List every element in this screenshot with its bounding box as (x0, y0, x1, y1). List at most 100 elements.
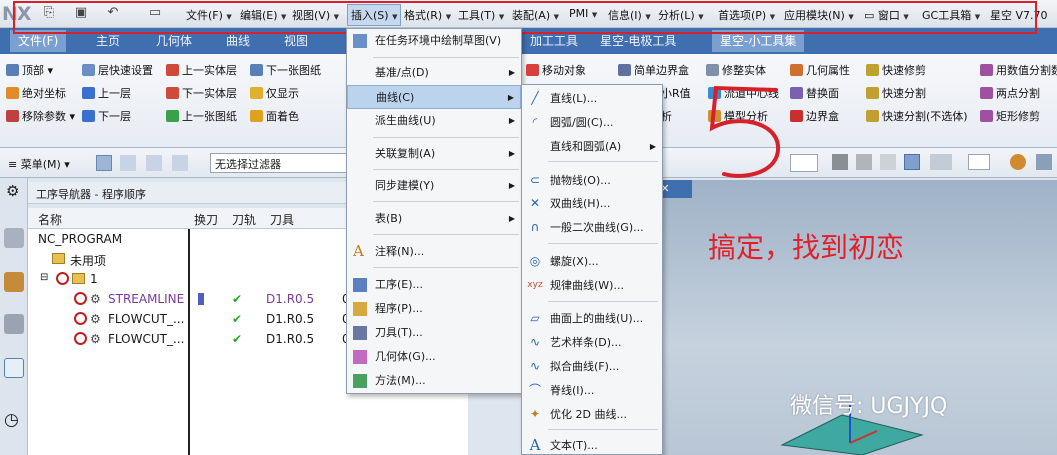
menu-preferences[interactable]: 首选项(P) ▼ (718, 7, 775, 23)
ribbon-rect-trim[interactable]: 矩形修剪 (980, 108, 1040, 124)
eye-icon[interactable] (904, 154, 920, 170)
tab-curve[interactable]: 曲线 (226, 32, 250, 49)
history-clock-icon[interactable]: ◷ (4, 410, 19, 430)
menu-view[interactable]: 视图(V) ▼ (292, 7, 339, 23)
ribbon-prev-layer[interactable]: 上一层 (82, 85, 131, 101)
collapse-icon[interactable]: ⊟ (40, 272, 48, 283)
submenu-item-general-conic[interactable]: ∩ 一般二次曲线(G)... (522, 216, 662, 239)
tab-home[interactable]: 主页 (96, 32, 120, 49)
tab-electrode-tools[interactable]: 星空-电极工具 (600, 32, 676, 49)
operation-navigator-icon[interactable] (4, 358, 24, 378)
shaded-view-icon[interactable] (832, 154, 848, 170)
menu-item-synchronous-modeling[interactable]: 同步建模(Y) ▶ (347, 174, 521, 198)
tab-machining-tools[interactable]: 加工工具 (530, 32, 578, 49)
menu-applications[interactable]: 应用模块(N) ▼ (784, 7, 854, 23)
assembly-navigator-icon[interactable] (4, 272, 24, 292)
ribbon-replace-face[interactable]: 替换面 (790, 85, 839, 101)
submenu-item-text[interactable]: A 文本(T)... (522, 434, 662, 455)
menu-edit[interactable]: 编辑(E) ▼ (240, 7, 286, 23)
menu-window[interactable]: ▭ 窗口 ▼ (864, 7, 909, 23)
ribbon-two-point-split[interactable]: 两点分割 (980, 85, 1040, 101)
submenu-item-parabola[interactable]: ⊂ 抛物线(O)... (522, 169, 662, 192)
menu-item-table[interactable]: 表(B) ▶ (347, 207, 521, 231)
visibility-icon[interactable] (930, 154, 952, 170)
submenu-item-hyperbola[interactable]: ✕ 双曲线(H)... (522, 192, 662, 215)
tab-geometry[interactable]: 几何体 (156, 32, 192, 49)
menu-item-method[interactable]: 方法(M)... (347, 369, 521, 393)
wireframe-icon[interactable] (856, 154, 872, 170)
part-navigator-icon[interactable] (4, 228, 24, 248)
ribbon-next-layer[interactable]: 下一层 (82, 108, 131, 124)
column-tool-change[interactable]: 换刀 (194, 211, 218, 228)
ribbon-quick-split[interactable]: 快速分割 (866, 85, 926, 101)
ribbon-next-drawing[interactable]: 下一张图纸 (250, 62, 321, 78)
select-list-icon[interactable] (172, 155, 188, 171)
main-menu-button[interactable]: ≡ 菜单(M) ▾ (8, 156, 70, 172)
ribbon-geometry-props[interactable]: 几何属性 (790, 62, 850, 78)
submenu-item-optimize-2d[interactable]: ✦ 优化 2D 曲线... (522, 403, 662, 426)
submenu-item-law-curve[interactable]: xyz 规律曲线(W)... (522, 274, 662, 297)
settings-icon[interactable] (1036, 154, 1052, 170)
menu-pmi[interactable]: PMI ▼ (569, 7, 597, 20)
select-mode-icon[interactable] (96, 155, 112, 171)
hidden-edges-icon[interactable] (880, 154, 896, 170)
ribbon-trim-body[interactable]: 修整实体 (706, 62, 766, 78)
ribbon-top-view[interactable]: 顶部 ▾ (6, 62, 53, 78)
menu-item-annotation[interactable]: A 注释(N)... (347, 240, 521, 264)
submenu-item-lines-and-arcs[interactable]: 直线和圆弧(A) ▶ (522, 135, 662, 158)
menu-format[interactable]: 格式(R) ▼ (404, 7, 451, 23)
ribbon-prev-drawing[interactable]: 上一张图纸 (166, 108, 237, 124)
ribbon-next-solid-layer[interactable]: 下一实体层 (166, 85, 237, 101)
selection-filter-dropdown[interactable]: 无选择过滤器 (210, 153, 350, 173)
render-icon[interactable] (1010, 154, 1026, 170)
ribbon-quick-trim[interactable]: 快速修剪 (866, 62, 926, 78)
ribbon-prev-solid-layer[interactable]: 上一实体层 (166, 62, 237, 78)
submenu-item-arc-circle[interactable]: ◜ 圆弧/圆(C)... (522, 111, 662, 134)
tab-file[interactable]: 文件(F) (10, 30, 67, 52)
menu-item-datum-point[interactable]: 基准/点(D) ▶ (347, 61, 521, 85)
tab-view[interactable]: 视图 (284, 32, 308, 49)
ribbon-show-only[interactable]: 仅显示 (250, 85, 299, 101)
menu-analysis[interactable]: 分析(L) ▼ (658, 7, 704, 23)
menu-item-derived-curve[interactable]: 派生曲线(U) ▶ (347, 109, 521, 133)
menu-item-sketch-in-task[interactable]: 在任务环境中绘制草图(V) (347, 29, 521, 53)
open-icon[interactable]: ⎘ (40, 5, 58, 21)
ribbon-split-by-value[interactable]: 用数值分割数 (980, 62, 1057, 78)
ribbon-quick-split-nobody[interactable]: 快速分割(不选体) (866, 108, 968, 124)
menu-item-geometry[interactable]: 几何体(G)... (347, 345, 521, 369)
ribbon-absolute-csys[interactable]: 绝对坐标 (6, 85, 66, 101)
select-tree-icon[interactable] (120, 155, 136, 171)
ribbon-simple-bbox[interactable]: 简单边界盒 (618, 62, 689, 78)
submenu-item-fit-curve[interactable]: ∿ 拟合曲线(F)... (522, 355, 662, 378)
submenu-item-studio-spline[interactable]: ∿ 艺术样条(D)... (522, 331, 662, 354)
gear-icon[interactable]: ⚙ (6, 182, 19, 200)
menu-tools[interactable]: 工具(T) ▼ (458, 7, 504, 23)
submenu-item-spine[interactable]: ⌒ 脊线(I)... (522, 379, 662, 402)
ribbon-layer-quick[interactable]: 层快速设置 (82, 62, 153, 78)
menu-file[interactable]: 文件(F) ▼ (186, 7, 232, 23)
menu-item-curve[interactable]: 曲线(C) ▶ (347, 85, 521, 109)
undo-icon[interactable]: ↶ (104, 5, 122, 21)
ribbon-move-object[interactable]: 移动对象 (526, 62, 586, 78)
menu-item-operation[interactable]: 工序(E)... (347, 273, 521, 297)
window-icon[interactable]: ▭ (146, 5, 164, 21)
column-toolpath[interactable]: 刀轨 (232, 211, 256, 228)
menu-item-tool[interactable]: 刀具(T)... (347, 321, 521, 345)
ribbon-bounding-box[interactable]: 边界盒 (790, 108, 839, 124)
menu-gc-toolbox[interactable]: GC工具箱 ▼ (922, 7, 980, 23)
ribbon-remove-params[interactable]: 移除参数 ▾ (6, 108, 75, 124)
submenu-item-helix[interactable]: ◎ 螺旋(X)... (522, 250, 662, 273)
constraint-navigator-icon[interactable] (4, 314, 24, 334)
ribbon-face-color[interactable]: 面着色 (250, 108, 299, 124)
menu-xingkong[interactable]: 星空 V7.70 (990, 7, 1048, 23)
column-tool[interactable]: 刀具 (270, 211, 294, 228)
menu-item-program[interactable]: 程序(P)... (347, 297, 521, 321)
save-icon[interactable]: ▣ (72, 5, 90, 21)
column-name[interactable]: 名称 (38, 211, 62, 228)
select-filter-icon[interactable] (146, 155, 162, 171)
view-dropdown[interactable] (790, 154, 818, 172)
submenu-item-curve-on-surface[interactable]: ▱ 曲面上的曲线(U)... (522, 307, 662, 330)
window-layout-icon[interactable] (968, 154, 990, 170)
menu-assembly[interactable]: 装配(A) ▼ (512, 7, 559, 23)
menu-info[interactable]: 信息(I) ▼ (608, 7, 651, 23)
